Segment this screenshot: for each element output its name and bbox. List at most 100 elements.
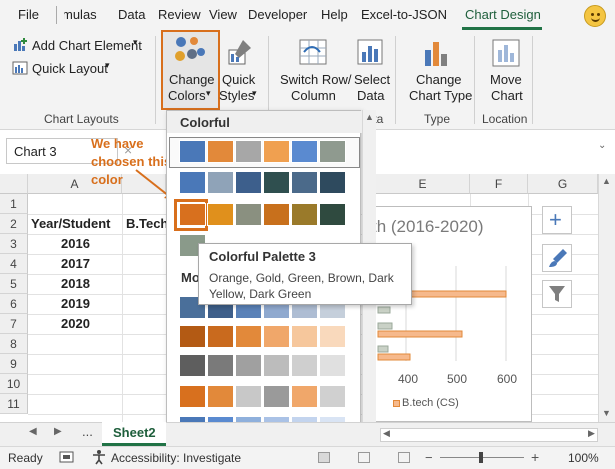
quick-styles-label-2[interactable]: Styles [219,88,254,104]
chart-filters-button[interactable] [542,280,572,308]
x-tick-label: 600 [497,372,518,386]
row-header[interactable]: 11 [0,394,28,414]
gridline [122,194,123,422]
zoom-out-icon[interactable]: − [425,450,433,465]
accessibility-icon[interactable] [91,449,107,465]
switch-row-column-label-1[interactable]: Switch Row/ [280,72,352,88]
change-colors-label-1: Change [169,72,215,87]
tab-formulas[interactable]: mulas [62,7,97,22]
expand-formula-bar-icon[interactable]: ⌄ [598,140,610,164]
scroll-down-icon[interactable]: ▼ [602,408,611,418]
tab-help[interactable]: Help [321,7,348,22]
swatch [319,385,346,408]
swatch [291,171,318,194]
sheet-nav-left-icon[interactable]: ◀ [29,426,37,437]
select-data-label-1[interactable]: Select [354,72,390,88]
swatch-palette-3[interactable] [179,203,206,226]
cell-year[interactable]: 2016 [61,236,90,251]
scroll-up-icon[interactable]: ▲ [365,112,374,122]
move-chart-icon [492,39,520,67]
sheet-nav-right-icon[interactable]: ▶ [54,426,62,437]
ribbon-tab-bar: File mulas Data Review View Developer He… [0,0,615,30]
tab-review[interactable]: Review [158,7,201,22]
row-header[interactable]: 3 [0,234,28,254]
column-header-f[interactable]: F [470,174,528,194]
cell-b2[interactable]: B.Tech [126,216,168,231]
swatch [291,385,318,408]
swatch [263,171,290,194]
scroll-right-icon[interactable]: ▶ [588,428,595,439]
tab-data[interactable]: Data [118,7,145,22]
tab-file[interactable]: File [18,7,39,22]
scroll-up-icon[interactable]: ▲ [602,176,611,186]
row-header[interactable]: 8 [0,334,28,354]
row-header[interactable]: 9 [0,354,28,374]
tab-developer[interactable]: Developer [248,7,307,22]
cell-year[interactable]: 2020 [61,316,90,331]
cell-a2[interactable]: Year/Student [31,216,110,231]
select-data-label-2[interactable]: Data [357,88,384,104]
swatch [207,385,234,408]
status-ready: Ready [8,451,43,465]
macro-record-icon[interactable] [59,450,75,464]
vertical-scrollbar[interactable] [598,174,615,422]
chart-plot [377,266,507,361]
tab-chart-design[interactable]: Chart Design [465,7,541,22]
row-header[interactable]: 6 [0,294,28,314]
swatch [207,140,234,163]
legend-swatch [393,400,400,407]
status-accessibility[interactable]: Accessibility: Investigate [111,451,241,465]
change-colors-label-2: Colors [168,88,206,103]
switch-row-column-label-2[interactable]: Column [291,88,336,104]
tab-excel-to-json[interactable]: Excel-to-JSON [361,7,447,22]
horizontal-scrollbar[interactable] [380,428,598,442]
type-group-label: Type [424,112,451,126]
x-tick-label: 500 [447,372,468,386]
column-header-g[interactable]: G [528,174,598,194]
cell-year[interactable]: 2018 [61,276,90,291]
chart-styles-button[interactable] [542,244,572,272]
swatch [319,140,346,163]
change-chart-type-label-2[interactable]: Chart Type [409,88,472,104]
row-header[interactable]: 10 [0,374,28,394]
chart-bar [377,306,391,314]
row-header[interactable]: 4 [0,254,28,274]
row-header[interactable]: 2 [0,214,28,234]
chart-bar [377,353,411,361]
colorful-section-label: Colorful [180,115,230,130]
row-header[interactable]: 7 [0,314,28,334]
column-header-e[interactable]: E [376,174,470,194]
select-all-corner[interactable] [0,174,28,194]
name-box-value: Chart 3 [14,144,57,159]
page-layout-view-icon[interactable] [358,452,370,463]
swatch [263,140,290,163]
move-chart-label-2[interactable]: Chart [491,88,523,104]
zoom-in-icon[interactable]: + [531,449,539,465]
add-chart-element-button[interactable]: Add Chart Element [32,38,142,53]
row-header[interactable]: 1 [0,194,28,214]
zoom-level[interactable]: 100% [568,451,599,465]
row-header[interactable]: 5 [0,274,28,294]
change-chart-type-label-1[interactable]: Change [416,72,462,88]
normal-view-icon[interactable] [318,452,330,463]
smiley-feedback-icon[interactable] [584,5,606,27]
paintbrush-icon [228,40,251,65]
quick-styles-label-1[interactable]: Quick [222,72,255,88]
cell-year[interactable]: 2019 [61,296,90,311]
tab-scroll-left[interactable] [56,6,64,24]
chevron-down-icon: ▾ [252,88,257,98]
cell-year[interactable]: 2017 [61,256,90,271]
move-chart-label-1[interactable]: Move [490,72,522,88]
sheet-nav-more[interactable]: ... [82,424,93,439]
zoom-slider-handle[interactable] [479,452,483,463]
chevron-down-icon: ▾ [133,37,138,47]
quick-layout-button[interactable]: Quick Layout [32,61,108,76]
tab-view[interactable]: View [209,7,237,22]
scroll-left-icon[interactable]: ◀ [383,428,390,439]
plus-icon: + [549,207,562,232]
chart-elements-button[interactable]: + [542,206,572,234]
swatch [291,140,318,163]
page-break-view-icon[interactable] [398,452,410,463]
swatch [319,203,346,226]
swatch [263,325,290,348]
